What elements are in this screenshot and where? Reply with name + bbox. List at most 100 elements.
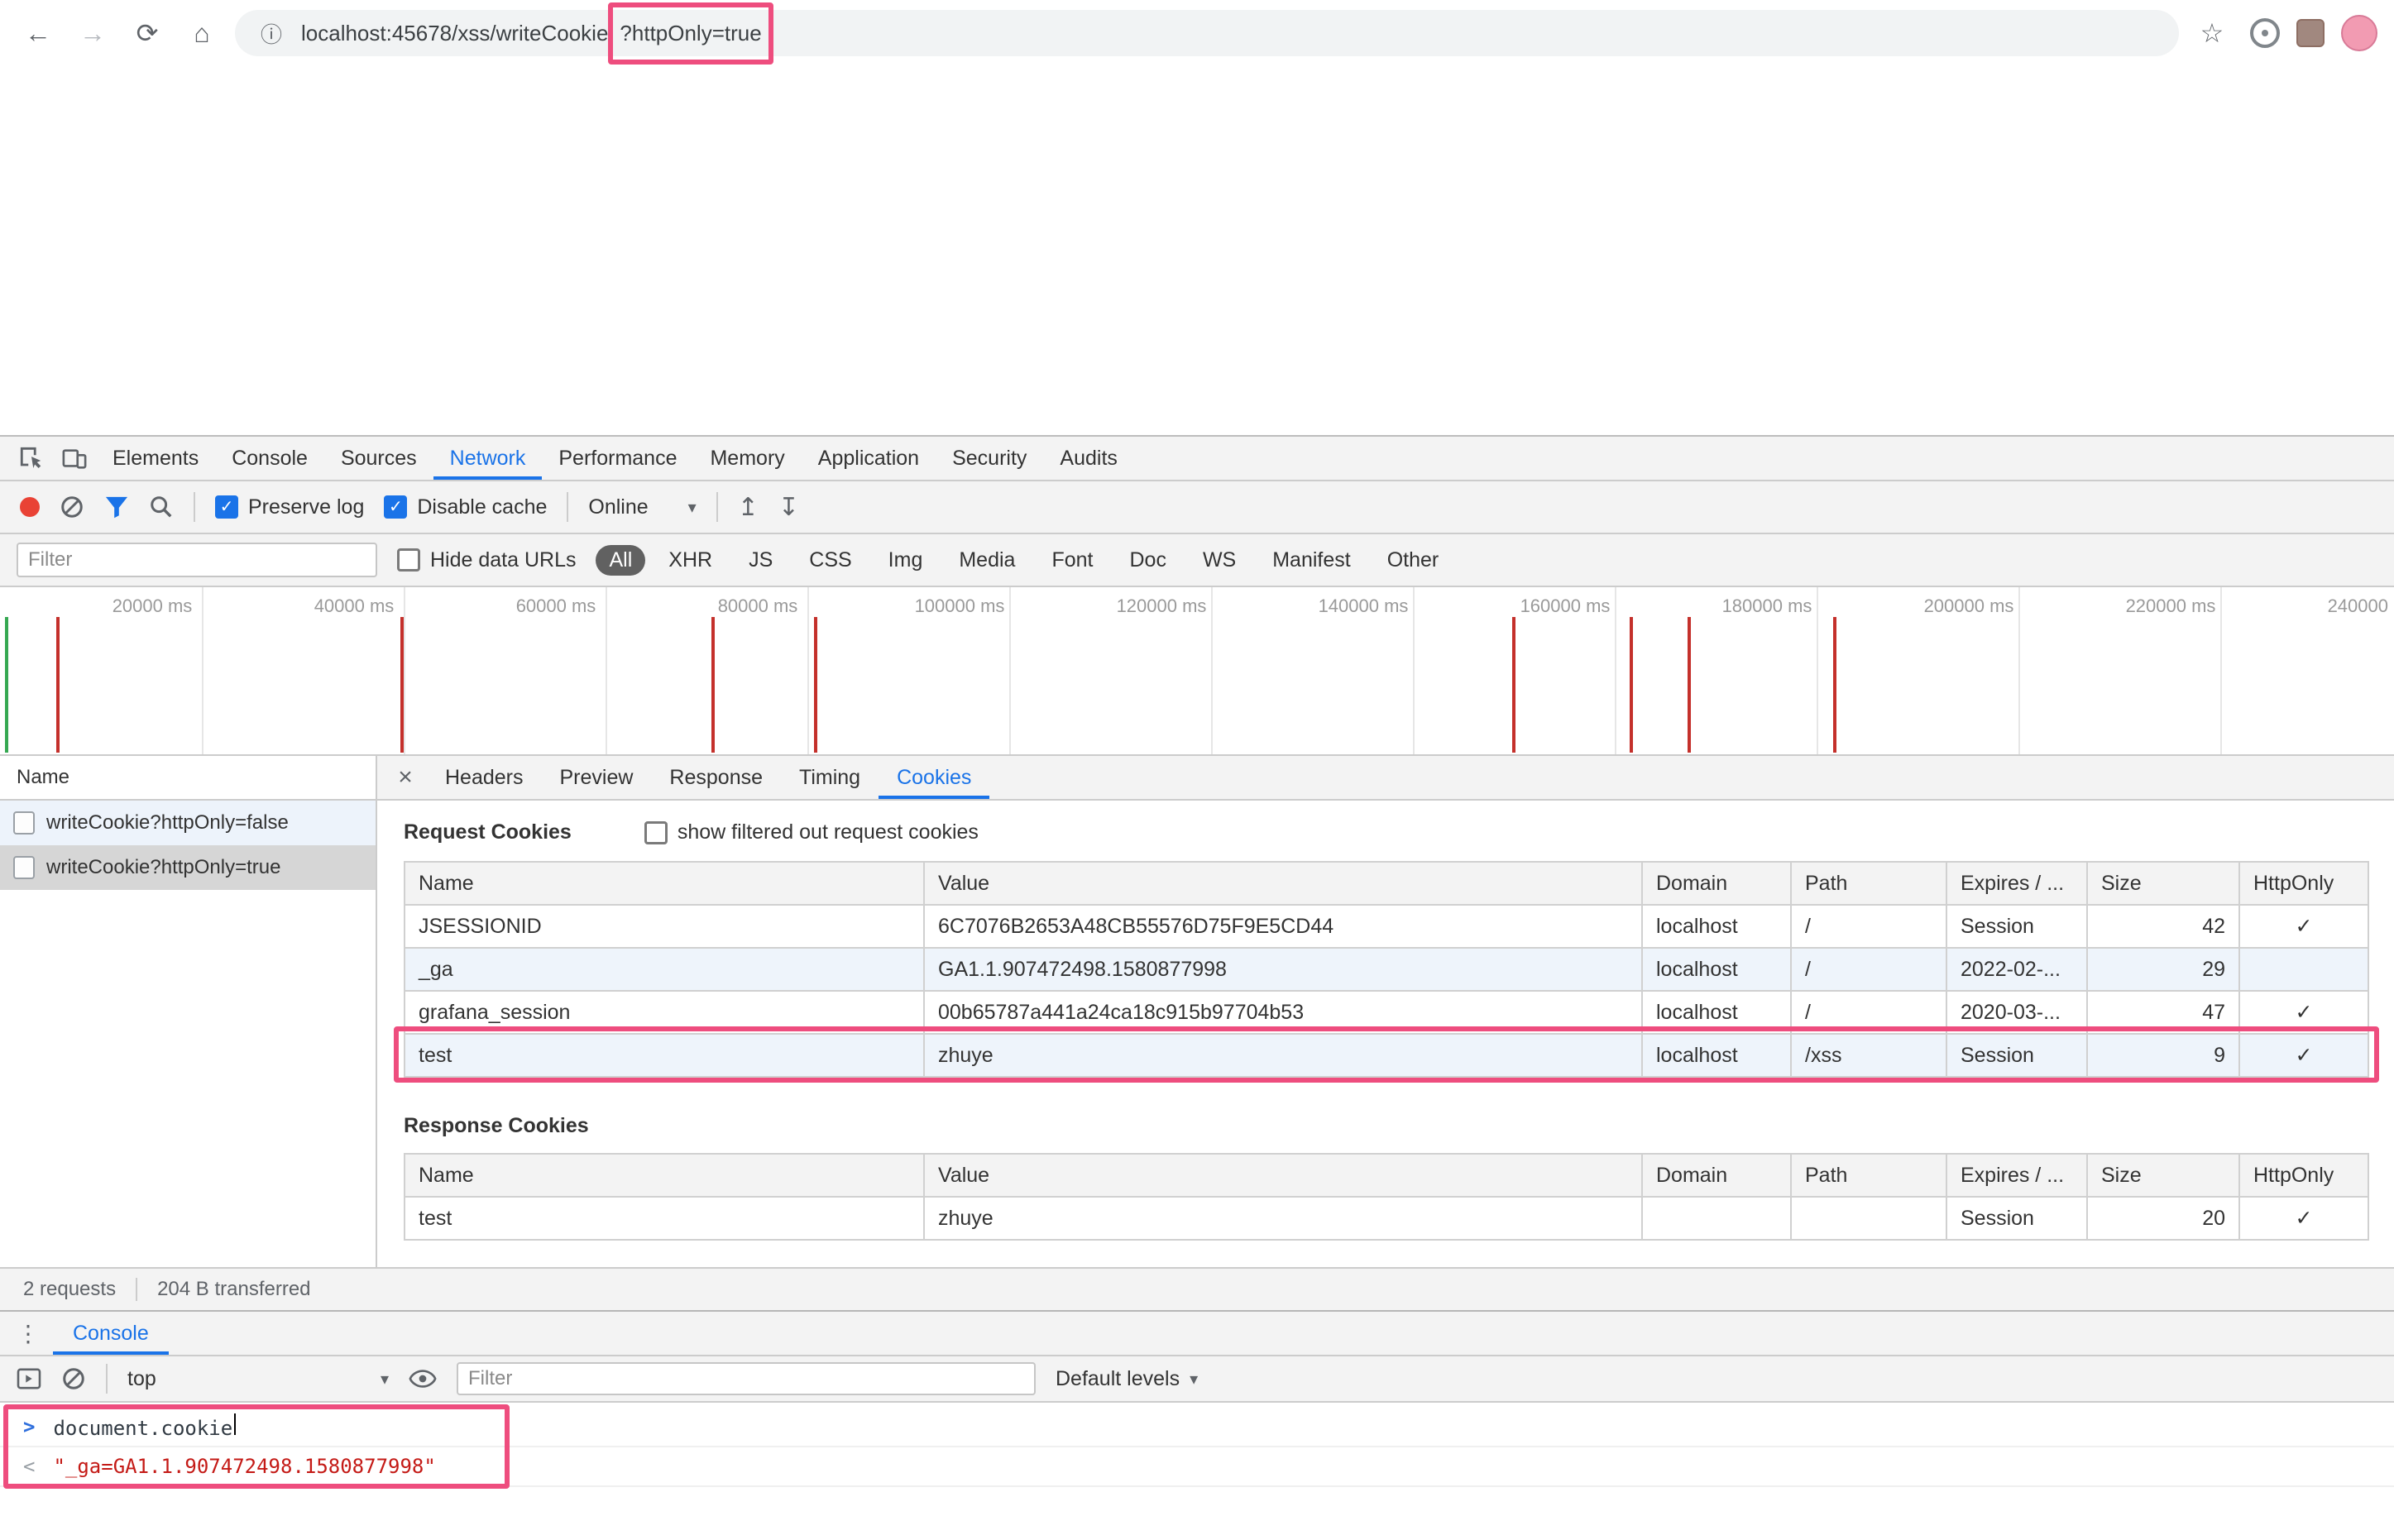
tab-audits[interactable]: Audits [1043,437,1133,480]
col-path[interactable]: Path [1790,861,1947,906]
tab-application[interactable]: Application [802,437,936,480]
network-main-area: Name writeCookie?httpOnly=false writeCoo… [0,756,2394,1267]
search-icon[interactable] [149,495,174,519]
col-value[interactable]: Value [923,861,1643,906]
tab-sources[interactable]: Sources [324,437,433,480]
url-query-annotation-box: ?httpOnly=true [608,2,773,65]
clear-icon[interactable] [60,495,84,519]
cookie-row-ga[interactable]: _ga GA1.1.907472498.1580877998 localhost… [404,947,2369,992]
tab-security[interactable]: Security [936,437,1043,480]
text-caret [234,1413,237,1435]
cookie-name: _ga [404,947,925,992]
tab-elements[interactable]: Elements [96,437,215,480]
inspect-element-icon[interactable] [10,437,53,480]
col-httponly[interactable]: HttpOnly [2238,861,2369,906]
console-output-text: "_ga=GA1.1.907472498.1580877998" [53,1455,436,1478]
request-list-header[interactable]: Name [0,756,376,801]
forward-button[interactable]: → [71,12,114,55]
close-details-icon[interactable]: × [384,756,427,799]
type-filter-ws[interactable]: WS [1190,545,1249,576]
preserve-log-label: Preserve log [248,495,365,519]
col-path[interactable]: Path [1790,1153,1947,1198]
table-header-row: Name Value Domain Path Expires / ... Siz… [404,861,2369,906]
throttling-dropdown[interactable]: Online ▾ [588,495,696,519]
profile-avatar[interactable] [2341,15,2377,51]
col-domain[interactable]: Domain [1641,861,1792,906]
console-messages[interactable]: > document.cookie < "_ga=GA1.1.907472498… [0,1403,2394,1540]
col-expires[interactable]: Expires / ... [1946,861,2088,906]
details-tab-headers[interactable]: Headers [427,756,542,799]
type-filter-media[interactable]: Media [946,545,1028,576]
url-text: localhost:45678/xss/writeCookie ?httpOnly… [301,2,773,65]
disable-cache-checkbox[interactable]: ✓ [384,495,408,519]
col-name[interactable]: Name [404,861,925,906]
details-tab-response[interactable]: Response [651,756,781,799]
hide-data-urls-checkbox[interactable] [397,548,420,572]
type-filter-js[interactable]: JS [735,545,786,576]
type-filter-img[interactable]: Img [875,545,936,576]
type-filter-other[interactable]: Other [1374,545,1453,576]
cookie-row-jsessionid[interactable]: JSESSIONID 6C7076B2653A48CB55576D75F9E5C… [404,904,2369,949]
type-filter-xhr[interactable]: XHR [655,545,725,576]
details-tab-timing[interactable]: Timing [781,756,879,799]
address-bar[interactable]: ⓘ localhost:45678/xss/writeCookie ?httpOn… [235,2,2179,65]
filter-funnel-icon[interactable] [104,495,129,519]
tab-performance[interactable]: Performance [542,437,693,480]
record-button[interactable] [20,497,40,517]
type-filter-doc[interactable]: Doc [1116,545,1179,576]
reload-button[interactable]: ⟳ [126,12,169,55]
log-levels-dropdown[interactable]: Default levels ▾ [1056,1367,1198,1391]
type-filter-font[interactable]: Font [1038,545,1106,576]
col-name[interactable]: Name [404,1153,925,1198]
response-cookie-row-test[interactable]: test zhuye Session 20 ✓ [404,1196,2369,1241]
details-tab-preview[interactable]: Preview [542,756,652,799]
col-size[interactable]: Size [2086,861,2240,906]
device-toolbar-icon[interactable] [53,437,96,480]
document-icon [13,811,35,835]
console-sidebar-icon[interactable] [17,1368,41,1389]
console-command: document.cookie [53,1417,233,1440]
console-input-line[interactable]: > document.cookie [0,1408,2394,1447]
network-filter-input[interactable] [17,543,377,577]
execution-context-dropdown[interactable]: top ▾ [127,1367,389,1391]
drawer-tab-console[interactable]: Console [53,1312,169,1355]
request-count: 2 requests [23,1278,117,1300]
home-button[interactable]: ⌂ [180,12,223,55]
tab-memory[interactable]: Memory [693,437,801,480]
cookie-expires: Session [1946,1033,2088,1078]
bookmark-star-icon[interactable]: ☆ [2191,12,2234,55]
site-info-icon[interactable]: ⓘ [256,12,286,55]
tab-console[interactable]: Console [215,437,324,480]
show-filtered-checkbox[interactable] [644,820,668,844]
cookie-row-grafana[interactable]: grafana_session 00b65787a441a24ca18c915b… [404,990,2369,1035]
import-har-icon[interactable]: ↥ [738,493,759,522]
request-row-selected[interactable]: writeCookie?httpOnly=true [0,845,376,890]
console-filter-input[interactable] [457,1362,1036,1395]
eye-icon[interactable] [409,1369,437,1389]
details-tab-cookies[interactable]: Cookies [879,756,989,799]
type-filter-manifest[interactable]: Manifest [1259,545,1363,576]
type-filter-all[interactable]: All [596,544,646,576]
extension-icon-2[interactable] [2296,19,2325,47]
col-httponly[interactable]: HttpOnly [2238,1153,2369,1198]
col-size[interactable]: Size [2086,1153,2240,1198]
clear-console-icon[interactable] [61,1366,86,1391]
hide-data-urls-label: Hide data URLs [430,548,577,572]
preserve-log-checkbox[interactable]: ✓ [215,495,238,519]
tab-network[interactable]: Network [433,437,543,480]
network-overview-timeline[interactable]: 20000 ms 40000 ms 60000 ms 80000 ms 1000… [0,587,2394,756]
col-value[interactable]: Value [923,1153,1643,1198]
export-har-icon[interactable]: ↧ [778,493,799,522]
col-domain[interactable]: Domain [1641,1153,1792,1198]
disable-cache-label: Disable cache [417,495,548,519]
back-button[interactable]: ← [17,12,60,55]
cookie-httponly: ✓ [2238,1033,2369,1078]
col-expires[interactable]: Expires / ... [1946,1153,2088,1198]
type-filter-css[interactable]: CSS [796,545,864,576]
kebab-menu-icon[interactable]: ⋮ [10,1312,46,1355]
request-row[interactable]: writeCookie?httpOnly=false [0,801,376,845]
extension-icon[interactable] [2250,18,2280,48]
timeline-dcl-marker [5,617,8,753]
cookie-httponly: ✓ [2238,1196,2369,1241]
cookie-row-test[interactable]: test zhuye localhost /xss Session 9 ✓ [404,1033,2369,1078]
